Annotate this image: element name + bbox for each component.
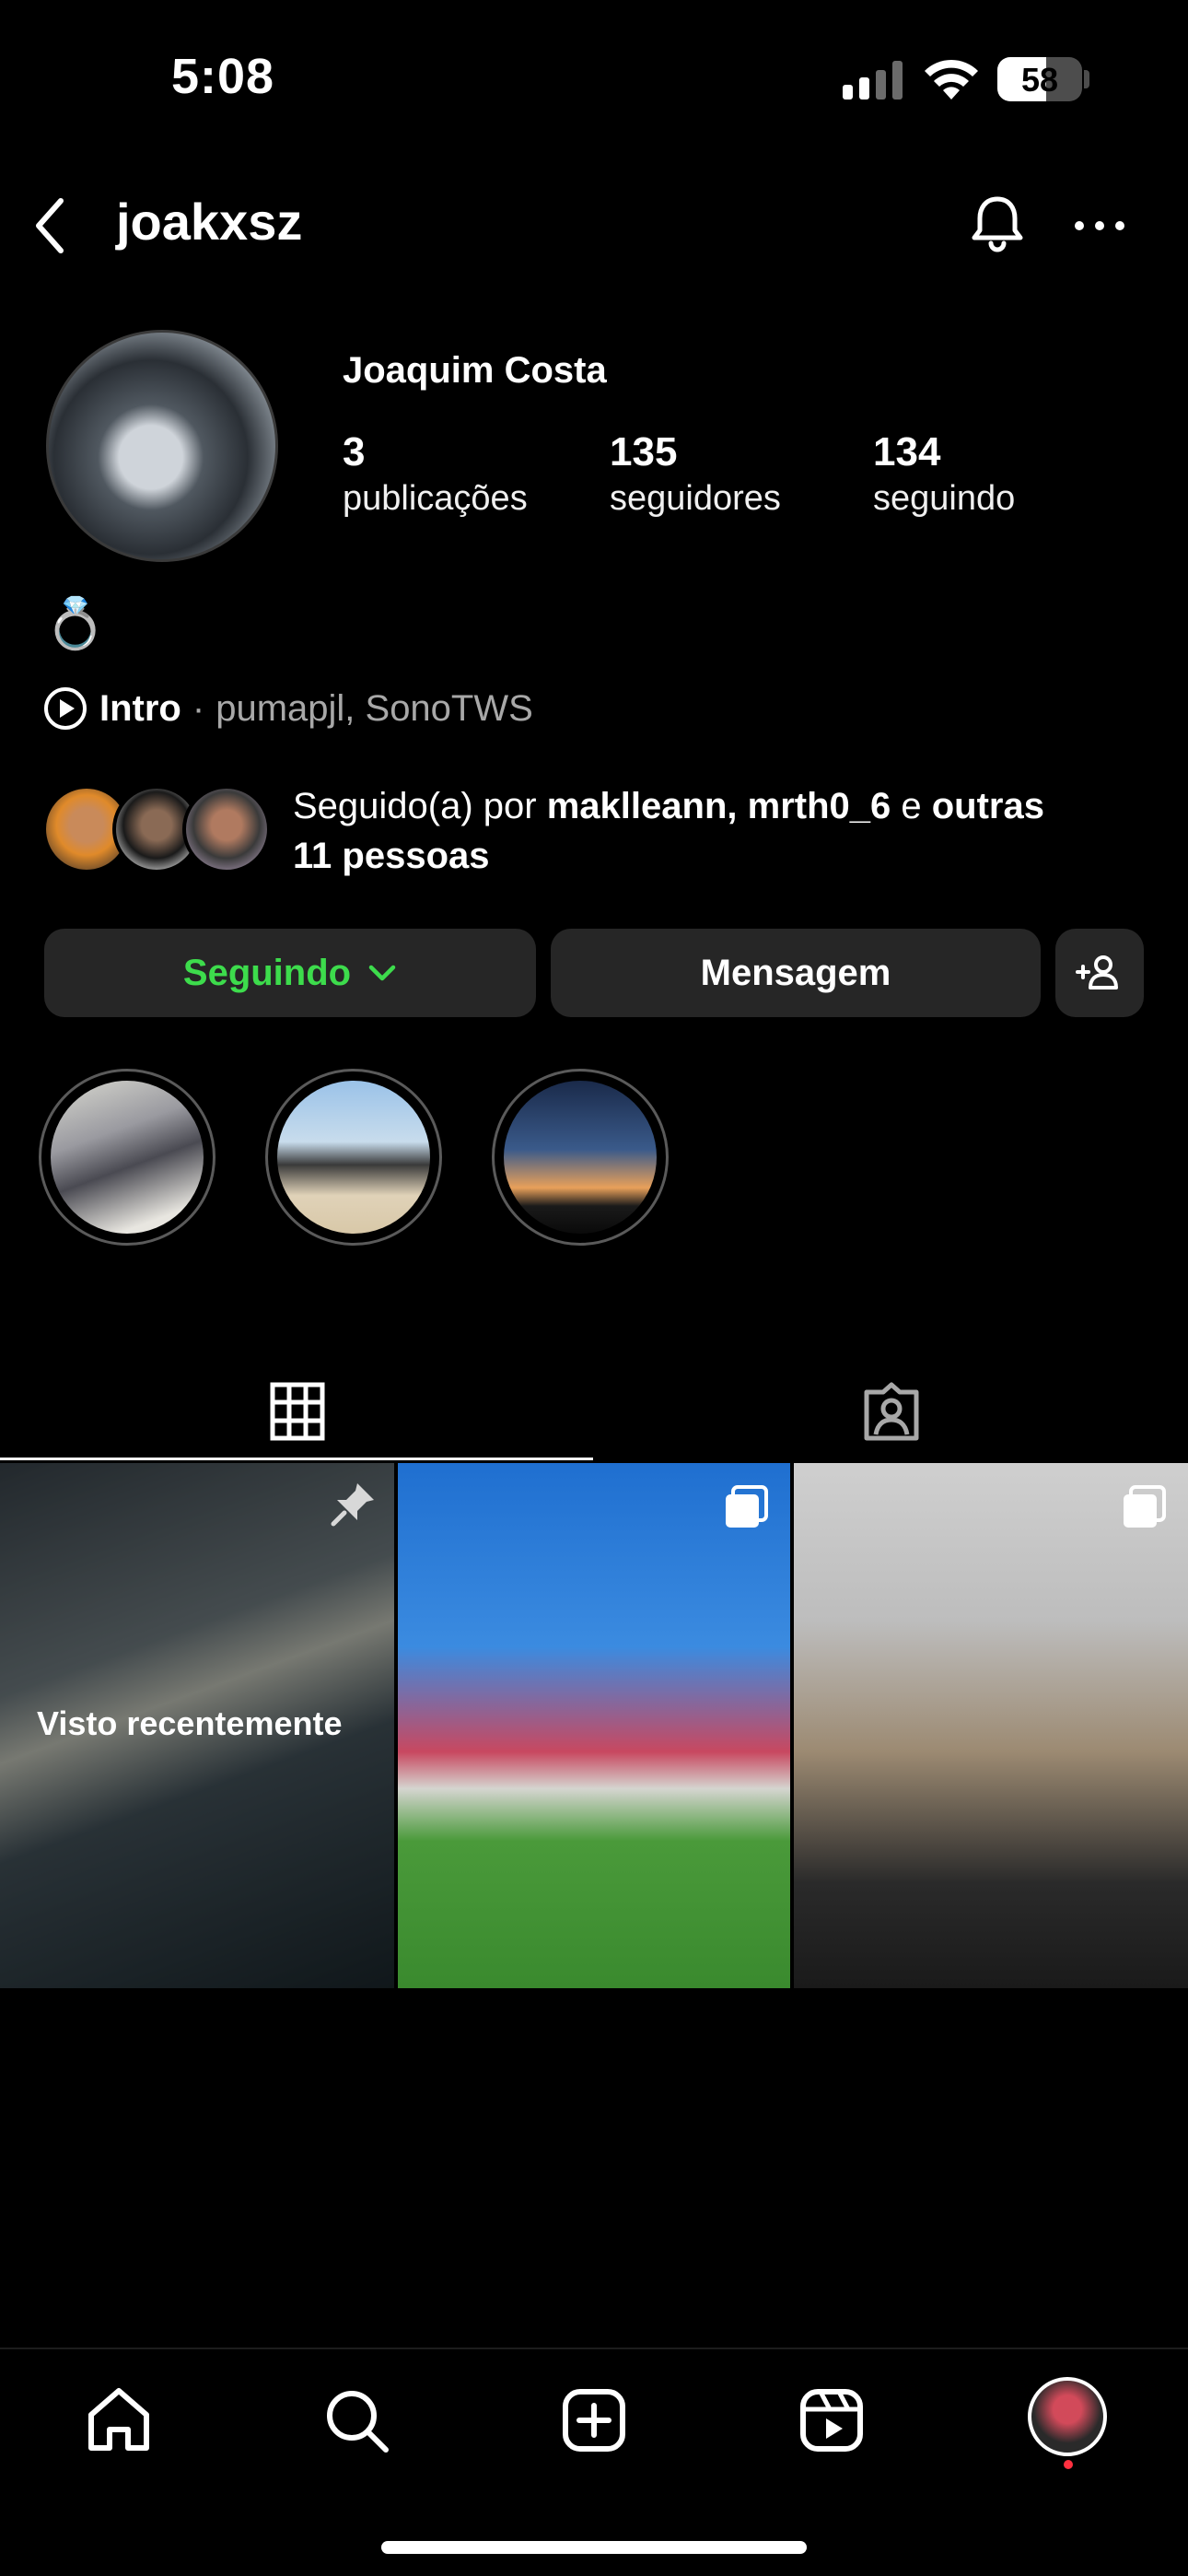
nav-home[interactable] xyxy=(77,2379,160,2462)
search-icon xyxy=(327,2391,389,2453)
followed-by-comma: , xyxy=(727,786,748,826)
wifi-icon xyxy=(925,59,978,100)
tagged-icon xyxy=(864,1382,918,1441)
stat-following[interactable]: 134 seguindo xyxy=(873,429,1015,519)
story-highlight[interactable] xyxy=(39,1069,215,1246)
post-thumbnail[interactable] xyxy=(398,1463,790,1988)
tab-tagged[interactable] xyxy=(594,1362,1188,1461)
stat-followers-count: 135 xyxy=(610,429,678,474)
reels-icon xyxy=(800,2389,863,2452)
chevron-left-icon[interactable] xyxy=(28,193,74,258)
add-user-icon xyxy=(1076,955,1118,989)
stat-posts[interactable]: 3 publicações xyxy=(343,429,528,519)
message-button[interactable]: Mensagem xyxy=(551,929,1041,1017)
story-highlight[interactable] xyxy=(265,1069,442,1246)
battery-tip xyxy=(1084,70,1089,88)
home-icon xyxy=(88,2388,149,2451)
nav-profile-avatar[interactable] xyxy=(1028,2377,1107,2456)
mutual-user-2[interactable]: mrth0_6 xyxy=(748,786,891,826)
carousel-icon xyxy=(726,1485,768,1528)
nav-create[interactable] xyxy=(553,2379,635,2462)
notification-dot xyxy=(1064,2460,1073,2469)
stat-following-count: 134 xyxy=(873,429,941,474)
carousel-icon xyxy=(1124,1485,1166,1528)
recently-viewed-label: Visto recentemente xyxy=(37,1704,343,1742)
profile-avatar[interactable] xyxy=(46,330,278,562)
bio-ring-emoji: 💍 xyxy=(44,596,107,651)
mutual-user-1[interactable]: maklleann xyxy=(547,786,728,826)
nav-search[interactable] xyxy=(315,2379,398,2462)
pin-icon xyxy=(331,1483,374,1527)
profile-username: joakxsz xyxy=(116,193,303,251)
intro-label: Intro xyxy=(99,687,181,729)
message-label: Mensagem xyxy=(700,952,891,993)
battery-indicator: 58 xyxy=(997,57,1082,101)
active-tab-indicator xyxy=(0,1458,593,1460)
cellular-signal-icon xyxy=(843,57,903,100)
story-highlight[interactable] xyxy=(492,1069,669,1246)
more-horizontal-icon[interactable] xyxy=(1072,212,1127,240)
followed-by-text[interactable]: Seguido(a) por maklleann, mrth0_6 e outr… xyxy=(293,781,1159,881)
nav-reels[interactable] xyxy=(790,2379,873,2462)
bottom-nav-divider xyxy=(0,2348,1188,2349)
chevron-down-icon xyxy=(368,965,396,981)
intro-accounts: pumapjl, SonoTWS xyxy=(215,687,533,729)
followed-by-conj: e xyxy=(891,786,932,826)
following-label: Seguindo xyxy=(182,952,352,993)
tab-posts-grid[interactable] xyxy=(0,1362,594,1461)
home-indicator xyxy=(381,2541,807,2554)
stat-followers-label: seguidores xyxy=(610,479,781,518)
display-name: Joaquim Costa xyxy=(343,350,607,391)
followed-by-prefix: Seguido(a) por xyxy=(293,786,547,826)
stat-following-label: seguindo xyxy=(873,479,1016,518)
plus-square-icon xyxy=(563,2389,625,2452)
suggested-users-button[interactable] xyxy=(1055,929,1144,1017)
mutual-followers-avatars[interactable] xyxy=(42,785,273,873)
stat-posts-count: 3 xyxy=(343,429,366,474)
stat-posts-label: publicações xyxy=(343,479,528,518)
post-thumbnail[interactable]: Visto recentemente xyxy=(0,1463,394,1988)
intro-row[interactable]: Intro · pumapjl, SonoTWS xyxy=(42,685,533,732)
following-button[interactable]: Seguindo xyxy=(44,929,536,1017)
status-time: 5:08 xyxy=(171,49,275,104)
bell-icon[interactable] xyxy=(963,190,1031,258)
play-circle-icon xyxy=(44,687,87,730)
grid-icon xyxy=(270,1382,324,1441)
followed-by-others: outras xyxy=(931,786,1044,826)
post-thumbnail[interactable] xyxy=(794,1463,1188,1988)
mutual-avatar xyxy=(182,785,271,873)
stat-followers[interactable]: 135 seguidores xyxy=(610,429,781,519)
intro-separator: · xyxy=(192,687,205,729)
followed-by-count: 11 pessoas xyxy=(293,836,490,876)
